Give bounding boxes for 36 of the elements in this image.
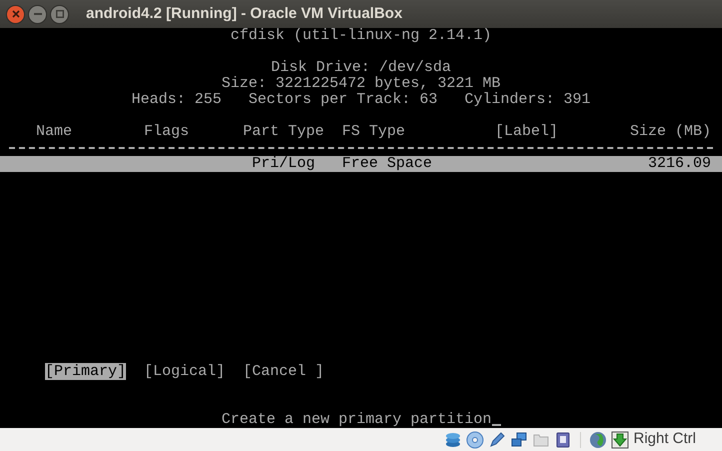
partition-row[interactable]: Pri/Log Free Space 3216.09 xyxy=(0,156,722,172)
disk-size-text: Size: 3221225472 bytes, 3221 MB xyxy=(221,76,501,92)
disk-geometry-text: Sectors per Track: 63 xyxy=(248,92,438,108)
menu-option[interactable]: [Primary] xyxy=(45,363,126,380)
window-title: android4.2 [Running] - Oracle VM VirtualBox xyxy=(86,4,402,24)
maximize-icon xyxy=(56,10,64,18)
chip-icon[interactable] xyxy=(554,430,572,448)
minimize-icon xyxy=(34,13,42,15)
column-header: Size (MB) xyxy=(630,124,711,140)
size-cell: 3216.09 xyxy=(648,156,711,172)
program-heading: cfdisk (util-linux-ng 2.14.1) xyxy=(230,28,492,44)
disk-geometry-text: Cylinders: 391 xyxy=(464,92,591,108)
close-button[interactable] xyxy=(6,4,25,24)
column-header: FS Type xyxy=(342,124,406,140)
menu-option[interactable]: [Cancel ] xyxy=(243,363,324,380)
text-cursor xyxy=(492,424,501,426)
pen-icon[interactable] xyxy=(488,430,506,448)
column-header: Part Type xyxy=(243,124,326,140)
part-type-cell-text: Pri/Log xyxy=(252,156,316,172)
column-header: Flags xyxy=(144,124,190,140)
down-arrow-key-icon[interactable] xyxy=(611,430,630,448)
column-header: Name xyxy=(36,124,74,140)
optical-disc-icon[interactable] xyxy=(466,430,484,448)
close-icon xyxy=(12,10,20,18)
disk-drive-text: Disk Drive: /dev/sda xyxy=(270,60,452,76)
menu-option[interactable]: [Logical] xyxy=(144,363,226,380)
network-screens-icon[interactable] xyxy=(510,430,528,448)
disk-geometry-text: Heads: 255 xyxy=(131,92,222,108)
prompt-message: Create a new primary partition xyxy=(221,412,492,428)
globe-icon[interactable] xyxy=(589,430,608,448)
maximize-button[interactable] xyxy=(50,4,69,24)
minimize-button[interactable] xyxy=(28,4,47,24)
hard-disk-icon[interactable] xyxy=(444,430,462,448)
fs-type-cell-text: Free Space xyxy=(342,156,434,172)
column-header: [Label] xyxy=(495,124,560,140)
host-key-label: Right Ctrl xyxy=(633,429,696,450)
